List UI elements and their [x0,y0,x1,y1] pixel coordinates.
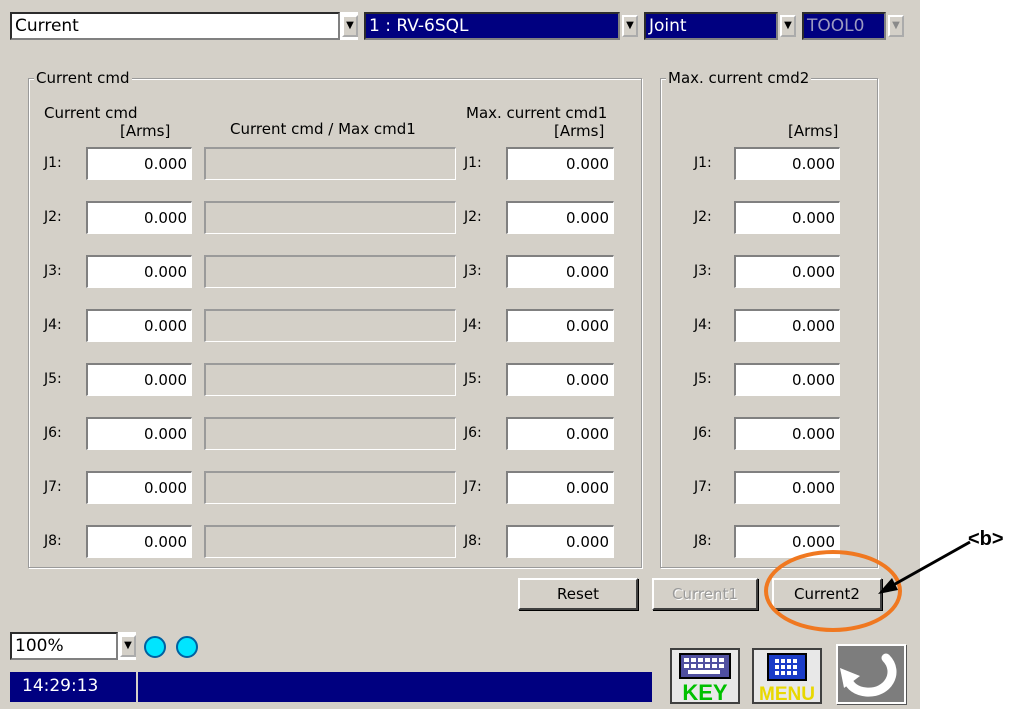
max-current-cmd1-value: 0.000 [506,471,614,504]
joint-label: J8: [44,533,62,549]
chevron-down-icon[interactable]: ▼ [780,15,796,37]
status-led-2-icon [176,636,198,658]
ratio-bar [204,255,456,288]
current-cmd-value: 0.000 [86,255,192,288]
max-current-cmd2-value: 0.000 [734,417,840,450]
max1-header: Max. current cmd1 [466,104,608,122]
joint-label: J4: [44,317,62,333]
joint-label: J2: [44,209,62,225]
joint-label: J1: [464,155,482,171]
joint-label: J3: [44,263,62,279]
menu-label: MENU [759,684,815,702]
keyboard-icon: KEY [679,653,731,705]
joint-label: J3: [464,263,482,279]
chevron-down-icon[interactable]: ▼ [622,15,638,37]
key-label: KEY [682,680,728,702]
current-cmd-value: 0.000 [86,471,192,504]
status-led-1-icon [144,636,166,658]
menu-button[interactable]: MENU [752,648,822,705]
max-current-cmd2-value: 0.000 [734,201,840,234]
joint-label: J1: [44,155,62,171]
tool-select[interactable]: TOOL0 ▼ [802,12,904,40]
zoom-select-value: 100% [10,632,118,660]
robot-select-value: 1 : RV-6SQL [364,12,620,40]
max-current-cmd1-value: 0.000 [506,309,614,342]
mode-select[interactable]: Current ▼ [10,12,358,40]
current-cmd-value: 0.000 [86,309,192,342]
max-current-cmd2-value: 0.000 [734,255,840,288]
max-current-cmd1-value: 0.000 [506,147,614,180]
joint-label: J7: [44,479,62,495]
joint-label: J5: [464,371,482,387]
menu-icon: MENU [759,653,815,705]
joint-label: J5: [694,371,712,387]
joint-label: J7: [464,479,482,495]
current-cmd-value: 0.000 [86,417,192,450]
ratio-bar [204,147,456,180]
current-cmd-value: 0.000 [86,201,192,234]
arrow-icon [878,540,971,594]
max-current-cmd2-value: 0.000 [734,363,840,396]
mode-select-value: Current [10,12,340,40]
joint-label: J6: [44,425,62,441]
current1-button[interactable]: Current1 [652,578,758,610]
max-current-cmd1-value: 0.000 [506,363,614,396]
max-current-cmd1-value: 0.000 [506,201,614,234]
joint-label: J2: [464,209,482,225]
max-current-cmd1-value: 0.000 [506,417,614,450]
max-current-cmd2-value: 0.000 [734,309,840,342]
coord-select-value: Joint [644,12,778,40]
ratio-bar [204,525,456,558]
joint-label: J1: [694,155,712,171]
status-message-bar [136,672,652,702]
ratio-bar [204,471,456,504]
ratio-header: Current cmd / Max cmd1 [230,120,416,138]
ratio-bar [204,309,456,342]
current-cmd-value: 0.000 [86,525,192,558]
return-button[interactable] [836,644,906,704]
max-current-cmd1-value: 0.000 [506,525,614,558]
joint-label: J8: [694,533,712,549]
max-current-cmd2-value: 0.000 [734,471,840,504]
joint-label: J4: [464,317,482,333]
max-current-cmd2-value: 0.000 [734,147,840,180]
joint-label: J3: [694,263,712,279]
joint-label: J5: [44,371,62,387]
keyboard-button[interactable]: KEY [670,648,740,705]
zoom-select[interactable]: 100% ▼ [10,632,136,660]
max-current-cmd1-value: 0.000 [506,255,614,288]
ratio-bar [204,363,456,396]
current-cmd-value: 0.000 [86,363,192,396]
current-cmd-header: Current cmd [44,104,138,122]
joint-label: J4: [694,317,712,333]
joint-label: J8: [464,533,482,549]
chevron-down-icon[interactable]: ▼ [120,635,136,657]
joint-label: J2: [694,209,712,225]
reset-button[interactable]: Reset [518,578,638,610]
ratio-bar [204,417,456,450]
clock-display: 14:29:13 [10,672,136,702]
coord-select[interactable]: Joint ▼ [644,12,796,40]
current-cmd-group-title: Current cmd [34,69,132,87]
max-current-cmd2-group-title: Max. current cmd2 [666,69,812,87]
current-unit-header: [Arms] [120,122,171,140]
current-cmd-value: 0.000 [86,147,192,180]
max2-unit-header: [Arms] [788,122,839,140]
tool-select-value: TOOL0 [802,12,886,40]
robot-select[interactable]: 1 : RV-6SQL ▼ [364,12,638,40]
annotation-label: <b> [968,528,1004,550]
joint-label: J6: [694,425,712,441]
joint-label: J7: [694,479,712,495]
chevron-down-icon[interactable]: ▼ [888,15,904,37]
return-arrow-icon [840,653,897,697]
max1-unit-header: [Arms] [554,122,605,140]
joint-label: J6: [464,425,482,441]
chevron-down-icon[interactable]: ▼ [342,15,358,37]
ratio-bar [204,201,456,234]
